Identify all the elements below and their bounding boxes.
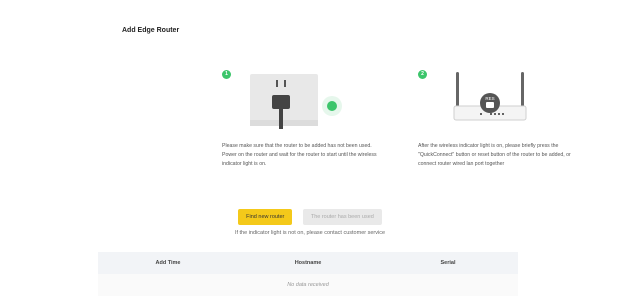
power-cable [279, 109, 283, 129]
power-plug-icon [272, 95, 290, 109]
page-title: Add Edge Router [122, 27, 180, 34]
table-header: Add Time Hostname Serial [98, 252, 518, 274]
find-new-router-button[interactable]: Find new router [238, 209, 293, 225]
router-power-illustration [250, 74, 342, 129]
step-2-description: After the wireless indicator light is on… [418, 143, 571, 167]
contact-hint: If the indicator light is not on, please… [234, 230, 386, 236]
router-reset-illustration: RES [453, 72, 527, 121]
column-add-time: Add Time [155, 260, 181, 266]
column-hostname: Hostname [294, 260, 322, 266]
step-number-1: 1 [222, 70, 231, 79]
step-1-description: Please make sure that the router to be a… [222, 143, 377, 167]
router-base [250, 120, 318, 126]
reset-label: RES [485, 96, 494, 101]
received-routers-table: Add Time Hostname Serial No data receive… [98, 252, 518, 296]
empty-table-message: No data received [98, 274, 518, 296]
action-buttons: Find new router The router has been used [0, 209, 620, 227]
router-used-button[interactable]: The router has been used [302, 209, 382, 225]
indicator-light-icon [327, 101, 337, 111]
column-serial: Serial [440, 260, 456, 266]
step-number-2: 2 [418, 70, 427, 79]
